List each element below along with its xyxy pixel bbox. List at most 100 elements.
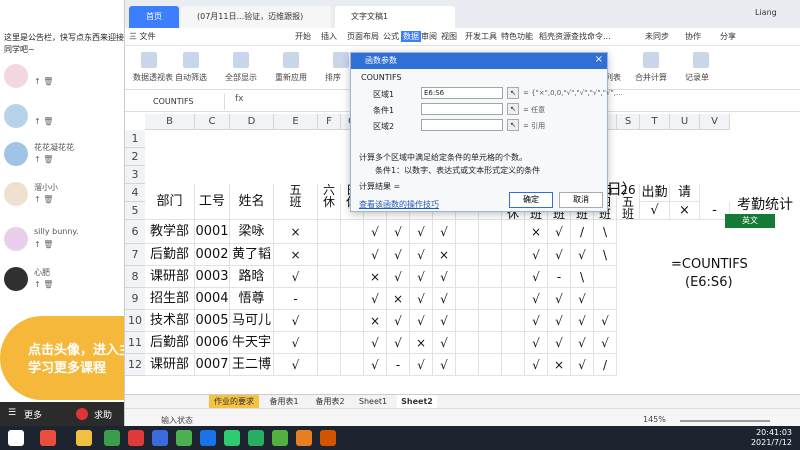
attendance-mark[interactable] xyxy=(456,310,479,332)
start-icon[interactable] xyxy=(8,430,24,446)
area1-input[interactable]: E6:S6 xyxy=(421,87,503,99)
attendance-mark[interactable]: √ xyxy=(548,310,571,332)
col-header-V[interactable]: V xyxy=(700,114,730,130)
avatar[interactable] xyxy=(4,182,28,206)
attendance-mark[interactable]: √ xyxy=(410,288,433,310)
menu-3[interactable]: 页面布局 xyxy=(347,31,379,42)
col-header-B[interactable]: B xyxy=(145,114,195,130)
day-header[interactable]: 五班 xyxy=(274,184,318,220)
menu-right-2[interactable]: 分享 xyxy=(720,31,736,42)
ribbon-icon-11[interactable] xyxy=(693,52,709,68)
leave-header[interactable]: 请 xyxy=(670,184,700,202)
sheet-tab-0[interactable]: 作业的要求 xyxy=(209,395,259,409)
promo-bubble[interactable]: 点击头像，进入主页，学习更多课程 xyxy=(0,316,124,400)
attendance-mark[interactable]: × xyxy=(433,244,456,266)
formula-text[interactable]: =COUNTIFS (E6:S6) xyxy=(671,256,748,292)
attendance-mark[interactable] xyxy=(594,266,617,288)
menu-1[interactable]: 开始 xyxy=(295,31,311,42)
user-row[interactable]: ↑ 🗑 xyxy=(4,62,122,92)
row-header-2[interactable]: 2 xyxy=(125,148,145,166)
attendance-mark[interactable] xyxy=(318,332,341,354)
attendance-mark[interactable]: √ xyxy=(525,332,548,354)
app-icon-12[interactable] xyxy=(320,430,336,446)
attendance-mark[interactable]: √ xyxy=(364,244,387,266)
attendance-mark[interactable] xyxy=(502,266,525,288)
attendance-mark[interactable]: √ xyxy=(433,354,456,376)
zoom-level[interactable]: 145% xyxy=(643,415,666,424)
attendance-mark[interactable]: √ xyxy=(410,310,433,332)
ribbon-icon-1[interactable] xyxy=(183,52,199,68)
tab-doc1[interactable]: (07月11日...验证，迈维跟报) xyxy=(181,6,331,28)
row-header-8[interactable]: 8 xyxy=(125,266,145,288)
col-header-E[interactable]: E xyxy=(274,114,318,130)
record-dept[interactable]: 招生部 xyxy=(145,288,195,310)
row-header-9[interactable]: 9 xyxy=(125,288,145,310)
attendance-mark[interactable] xyxy=(502,244,525,266)
sheet-tab-1[interactable]: 备用表1 xyxy=(263,395,305,409)
row-header-7[interactable]: 7 xyxy=(125,244,145,266)
menu-10[interactable]: 稻壳资源 xyxy=(539,31,571,42)
attendance-mark[interactable] xyxy=(341,332,364,354)
record-id[interactable]: 0001 xyxy=(195,220,230,244)
sheet-tab-4[interactable]: Sheet2 xyxy=(397,395,437,409)
row-header-10[interactable]: 10 xyxy=(125,310,145,332)
attendance-mark[interactable]: √ xyxy=(433,266,456,288)
attendance-mark[interactable] xyxy=(341,288,364,310)
record-name[interactable]: 黄了韬 xyxy=(230,244,274,266)
user-row[interactable]: 溜小小 ↑ 🗑 xyxy=(4,180,122,210)
attendance-mark[interactable]: √ xyxy=(274,266,318,288)
sheet-tab-3[interactable]: Sheet1 xyxy=(353,395,393,409)
app-icon-10[interactable] xyxy=(272,430,288,446)
record-id[interactable]: 0007 xyxy=(195,354,230,376)
attendance-mark[interactable]: √ xyxy=(433,220,456,244)
attendance-mark[interactable] xyxy=(341,310,364,332)
attendance-mark[interactable] xyxy=(456,266,479,288)
attendance-mark[interactable]: √ xyxy=(548,332,571,354)
attendance-mark[interactable] xyxy=(502,310,525,332)
fx-icon[interactable]: fx xyxy=(235,94,244,104)
area2-input[interactable] xyxy=(421,119,503,131)
user-row[interactable]: 心肥 ↑ 🗑 xyxy=(4,265,122,295)
attendance-mark[interactable]: √ xyxy=(387,332,410,354)
menu-0[interactable]: 三 文件 xyxy=(129,31,156,42)
attendance-mark[interactable] xyxy=(479,332,502,354)
menu-right-0[interactable]: 未同步 xyxy=(645,31,669,42)
avatar[interactable] xyxy=(4,104,28,128)
attendance-mark[interactable]: √ xyxy=(433,310,456,332)
attendance-mark[interactable] xyxy=(318,288,341,310)
col-header-F[interactable]: F xyxy=(318,114,341,130)
ribbon-item-11[interactable]: 记录单 xyxy=(685,72,709,83)
attendance-mark[interactable]: √ xyxy=(387,266,410,288)
attendance-mark[interactable]: √ xyxy=(525,310,548,332)
help-link[interactable]: 查看该函数的操作技巧 xyxy=(359,199,439,210)
attendance-mark[interactable] xyxy=(341,244,364,266)
app-icon-4[interactable] xyxy=(128,430,144,446)
record-id[interactable]: 0004 xyxy=(195,288,230,310)
attendance-mark[interactable] xyxy=(479,288,502,310)
user-row[interactable]: ↑ 🗑 xyxy=(4,102,122,132)
header-dept[interactable]: 部门 xyxy=(145,184,195,220)
attendance-mark[interactable]: √ xyxy=(594,310,617,332)
ribbon-icon-10[interactable] xyxy=(643,52,659,68)
menu-8[interactable]: 开发工具 xyxy=(465,31,497,42)
ribbon-icon-4[interactable] xyxy=(333,52,349,68)
user-action-icons[interactable]: ↑ 🗑 xyxy=(34,77,53,86)
more-button[interactable]: 更多 xyxy=(24,408,42,421)
attendance-mark[interactable] xyxy=(456,354,479,376)
user-action-icons[interactable]: ↑ 🗑 xyxy=(34,117,53,126)
attendance-mark[interactable]: √ xyxy=(594,332,617,354)
user-action-icons[interactable]: ↑ 🗑 xyxy=(34,240,53,249)
name-box[interactable]: COUNTIFS xyxy=(125,94,225,110)
col-header-U[interactable]: U xyxy=(670,114,700,130)
attendance-mark[interactable] xyxy=(479,244,502,266)
ribbon-item-10[interactable]: 合并计算 xyxy=(635,72,667,83)
col-header-C[interactable]: C xyxy=(195,114,230,130)
attendance-mark[interactable] xyxy=(318,244,341,266)
ribbon-item-4[interactable]: 排序 xyxy=(325,72,341,83)
attendance-mark[interactable]: √ xyxy=(525,244,548,266)
menu-right-1[interactable]: 协作 xyxy=(685,31,701,42)
attendance-mark[interactable]: - xyxy=(274,288,318,310)
attendance-mark[interactable]: √ xyxy=(433,288,456,310)
attendance-mark[interactable]: √ xyxy=(387,220,410,244)
record-name[interactable]: 悟尊 xyxy=(230,288,274,310)
